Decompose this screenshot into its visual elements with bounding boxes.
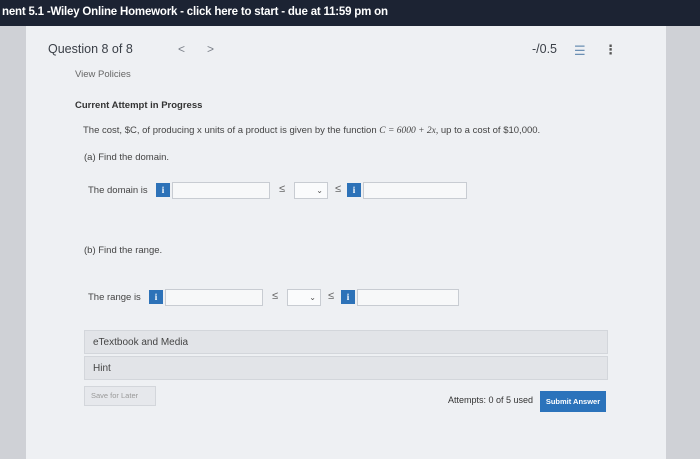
range-lower-input[interactable] — [165, 289, 263, 306]
submit-answer-button[interactable]: Submit Answer — [540, 391, 606, 412]
domain-label: The domain is — [88, 185, 148, 196]
attempts-counter: Attempts: 0 of 5 used — [448, 395, 534, 405]
leq-symbol: ≤ — [328, 290, 335, 302]
problem-text-before: The cost, $C, of producing x units of a … — [83, 125, 380, 136]
range-label: The range is — [88, 292, 141, 303]
info-icon[interactable]: i — [149, 290, 163, 304]
question-score: -/0.5 — [532, 42, 558, 56]
previous-question-icon[interactable]: < — [178, 42, 185, 56]
save-for-later-button[interactable]: Save for Later — [84, 386, 156, 406]
domain-inequality-select[interactable]: ⌄ — [294, 182, 328, 199]
problem-formula: C = 6000 + 2x, — [379, 126, 439, 136]
problem-statement: The cost, $C, of producing x units of a … — [83, 125, 540, 136]
view-policies-link[interactable]: View Policies — [75, 69, 131, 80]
range-upper-input[interactable] — [357, 289, 459, 306]
problem-text-after: up to a cost of $10,000. — [438, 125, 541, 136]
attempt-status: Current Attempt in Progress — [75, 100, 203, 111]
next-question-icon[interactable]: > — [207, 42, 214, 56]
list-icon[interactable]: ☰ — [574, 43, 586, 59]
info-icon[interactable]: i — [347, 183, 361, 197]
part-b-prompt: (b) Find the range. — [84, 245, 163, 256]
range-inequality-select[interactable]: ⌄ — [287, 289, 321, 306]
assignment-title-bar[interactable]: nent 5.1 -Wiley Online Homework - click … — [0, 0, 700, 26]
domain-upper-input[interactable] — [363, 182, 467, 199]
info-icon[interactable]: i — [156, 183, 170, 197]
info-icon[interactable]: i — [341, 290, 355, 304]
more-vertical-icon[interactable]: ⋮ — [604, 42, 617, 58]
domain-lower-input[interactable] — [172, 182, 270, 199]
leq-symbol: ≤ — [335, 183, 342, 195]
leq-symbol: ≤ — [272, 290, 279, 302]
hint-section[interactable]: Hint — [84, 356, 608, 380]
question-counter: Question 8 of 8 — [48, 42, 133, 56]
part-a-prompt: (a) Find the domain. — [84, 152, 170, 163]
leq-symbol: ≤ — [279, 183, 286, 195]
etextbook-media-section[interactable]: eTextbook and Media — [84, 330, 608, 354]
